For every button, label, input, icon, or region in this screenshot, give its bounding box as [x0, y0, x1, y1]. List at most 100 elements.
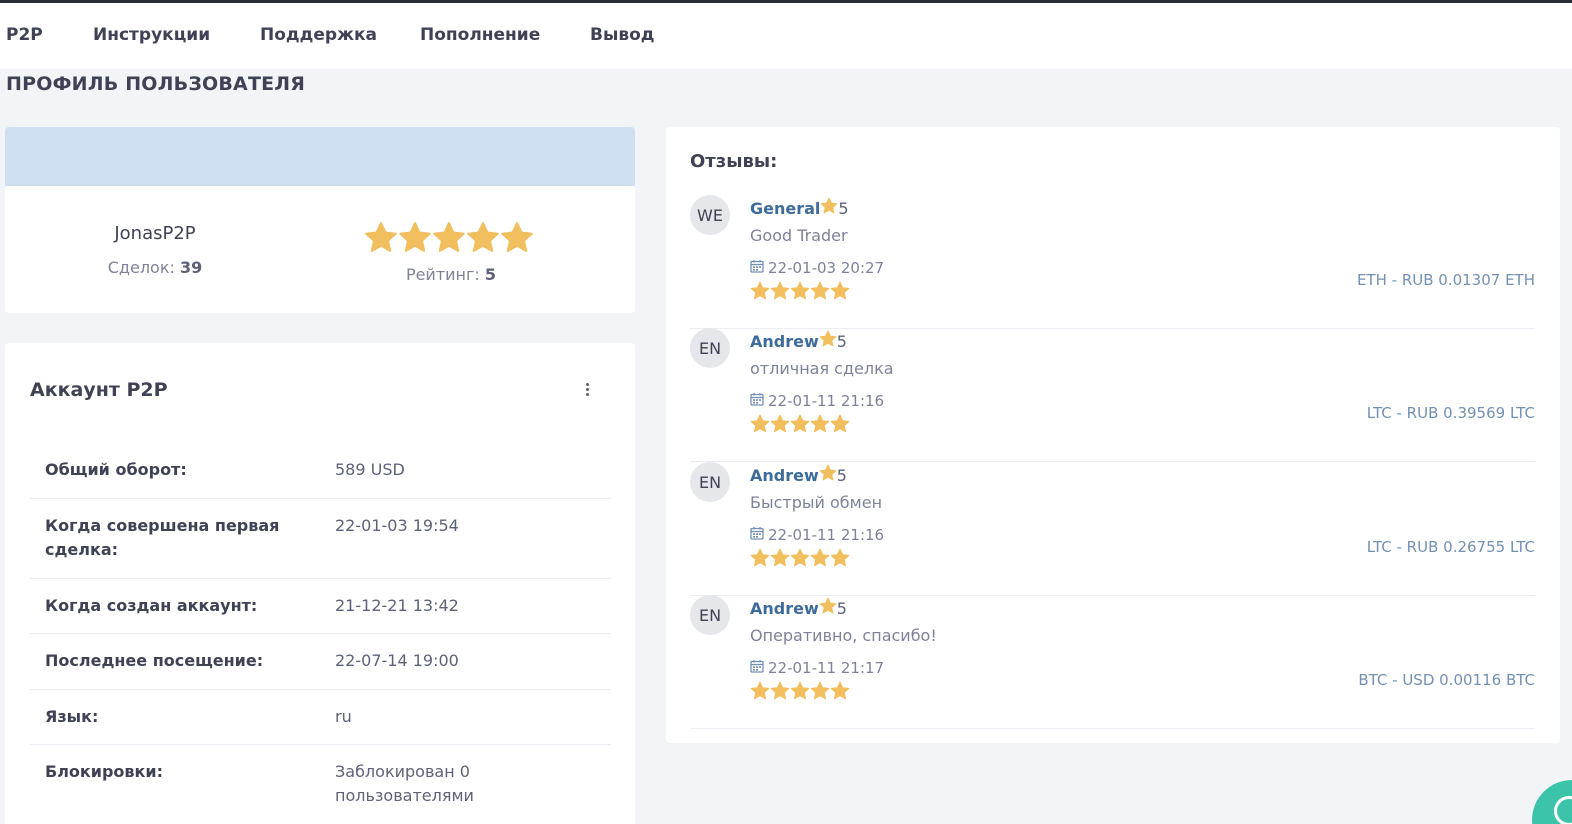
- deals-count: 39: [179, 258, 203, 277]
- review-deal: ETH - RUB 0.01307 ETH: [1356, 271, 1535, 289]
- account-row-label: Когда создан аккаунт:: [45, 596, 258, 615]
- review-stars: [750, 681, 850, 701]
- more-vertical-icon[interactable]: [582, 379, 592, 399]
- account-row-language: Язык: ru: [30, 690, 611, 745]
- account-row-value: 22-07-14 19:00: [335, 651, 459, 670]
- avatar: EN: [690, 595, 730, 635]
- star-icon: [790, 681, 810, 700]
- account-card: Аккаунт P2P Общий оборот: 589 USD Когда …: [5, 343, 635, 824]
- review-author-link[interactable]: General: [750, 199, 820, 218]
- review-stars: [750, 281, 850, 301]
- review-text: Good Trader: [750, 226, 848, 245]
- avatar: EN: [690, 462, 730, 502]
- star-icon: [830, 548, 850, 567]
- nav-item-p2p[interactable]: P2P: [6, 25, 43, 45]
- rating-value: 5: [484, 265, 497, 284]
- star-icon: [830, 414, 850, 433]
- profile-rating-stars: [364, 221, 534, 255]
- nav-item-withdraw[interactable]: Вывод: [590, 25, 655, 45]
- profile-card: JonasP2P Сделок: 39 Рейтинг: 5: [5, 127, 635, 313]
- review-item: EN Andrew 5 отличная сделка 22-01-11 21:…: [690, 328, 1535, 462]
- account-row-label: Язык:: [45, 707, 99, 726]
- star-icon: [433, 222, 465, 252]
- star-icon: [770, 414, 790, 433]
- review-date: 22-01-03 20:27: [750, 259, 884, 277]
- account-row-label: Последнее посещение:: [45, 651, 264, 670]
- account-row-value: Заблокирован 0 пользователями: [335, 762, 474, 805]
- avatar: WE: [690, 195, 730, 235]
- profile-deals: Сделок: 39: [5, 258, 305, 277]
- star-icon: [819, 464, 837, 481]
- star-icon: [467, 222, 499, 252]
- review-date: 22-01-11 21:16: [750, 392, 884, 410]
- star-icon: [810, 414, 830, 433]
- review-deal: LTC - RUB 0.39569 LTC: [1366, 404, 1535, 422]
- star-icon: [501, 222, 533, 252]
- review-deal: BTC - USD 0.00116 BTC: [1358, 671, 1535, 689]
- star-icon: [830, 681, 850, 700]
- nav-item-support[interactable]: Поддержка: [260, 25, 377, 45]
- star-icon: [819, 597, 837, 619]
- review-stars: [750, 414, 850, 434]
- account-row-label: Блокировки:: [45, 762, 164, 781]
- review-header: General 5: [750, 197, 849, 219]
- star-icon: [810, 281, 830, 300]
- star-icon: [750, 548, 770, 567]
- nav-item-deposit[interactable]: Пополнение: [420, 25, 540, 45]
- review-author-link[interactable]: Andrew: [750, 466, 819, 485]
- star-icon: [750, 414, 770, 433]
- reviews-card: Отзывы: WE General 5 Good Trader 22-01-0…: [666, 127, 1560, 743]
- account-row-value: 589 USD: [335, 460, 405, 479]
- account-row-blocks: Блокировки: Заблокирован 0 пользователям…: [30, 745, 611, 824]
- review-deal: LTC - RUB 0.26755 LTC: [1366, 538, 1535, 556]
- star-icon: [790, 414, 810, 433]
- review-item: EN Andrew 5 Быстрый обмен 22-01-11 21:16…: [690, 462, 1535, 596]
- profile-username: JonasP2P: [114, 223, 196, 244]
- avatar: EN: [690, 328, 730, 368]
- review-stars: [750, 548, 850, 568]
- star-icon: [790, 548, 810, 567]
- profile-rating: Рейтинг: 5: [365, 265, 537, 284]
- review-author-score: 5: [836, 465, 847, 485]
- calendar-icon: [750, 392, 764, 410]
- review-author-score: 5: [838, 198, 849, 218]
- nav-item-instructions[interactable]: Инструкции: [93, 25, 210, 45]
- review-header: Andrew 5: [750, 597, 847, 619]
- review-author-score: 5: [836, 331, 847, 351]
- star-icon: [819, 330, 837, 352]
- account-row-turnover: Общий оборот: 589 USD: [30, 443, 611, 499]
- account-row-value: 21-12-21 13:42: [335, 596, 459, 615]
- star-icon: [750, 681, 770, 700]
- review-header: Andrew 5: [750, 464, 847, 486]
- deals-label: Сделок:: [107, 258, 175, 277]
- account-row-label: Когда совершена первая сделка:: [45, 516, 280, 559]
- reviews-title: Отзывы:: [690, 151, 778, 172]
- review-text: Оперативно, спасибо!: [750, 626, 937, 645]
- chat-button[interactable]: [1532, 780, 1572, 824]
- review-item: EN Andrew 5 Оперативно, спасибо! 22-01-1…: [690, 595, 1535, 729]
- star-icon: [365, 222, 397, 252]
- star-icon: [819, 597, 837, 614]
- account-title: Аккаунт P2P: [30, 379, 168, 401]
- review-author-link[interactable]: Andrew: [750, 332, 819, 351]
- calendar-icon: [750, 659, 764, 677]
- star-icon: [819, 330, 837, 347]
- review-author-score: 5: [836, 598, 847, 618]
- profile-banner: [5, 127, 635, 186]
- page-title: ПРОФИЛЬ ПОЛЬЗОВАТЕЛЯ: [6, 73, 306, 95]
- star-icon: [770, 281, 790, 300]
- chat-icon: [1554, 796, 1572, 824]
- review-date: 22-01-11 21:17: [750, 659, 884, 677]
- review-header: Andrew 5: [750, 330, 847, 352]
- account-row-created: Когда создан аккаунт: 21-12-21 13:42: [30, 579, 611, 634]
- star-icon: [770, 548, 790, 567]
- account-row-first-deal: Когда совершена первая сделка: 22-01-03 …: [30, 499, 611, 579]
- review-date-value: 22-01-11 21:16: [768, 392, 885, 410]
- review-author-link[interactable]: Andrew: [750, 599, 819, 618]
- star-icon: [821, 197, 838, 214]
- star-icon: [770, 681, 790, 700]
- star-icon: [399, 222, 431, 252]
- calendar-icon: [750, 259, 764, 277]
- review-text: отличная сделка: [750, 359, 894, 378]
- star-icon: [750, 281, 770, 300]
